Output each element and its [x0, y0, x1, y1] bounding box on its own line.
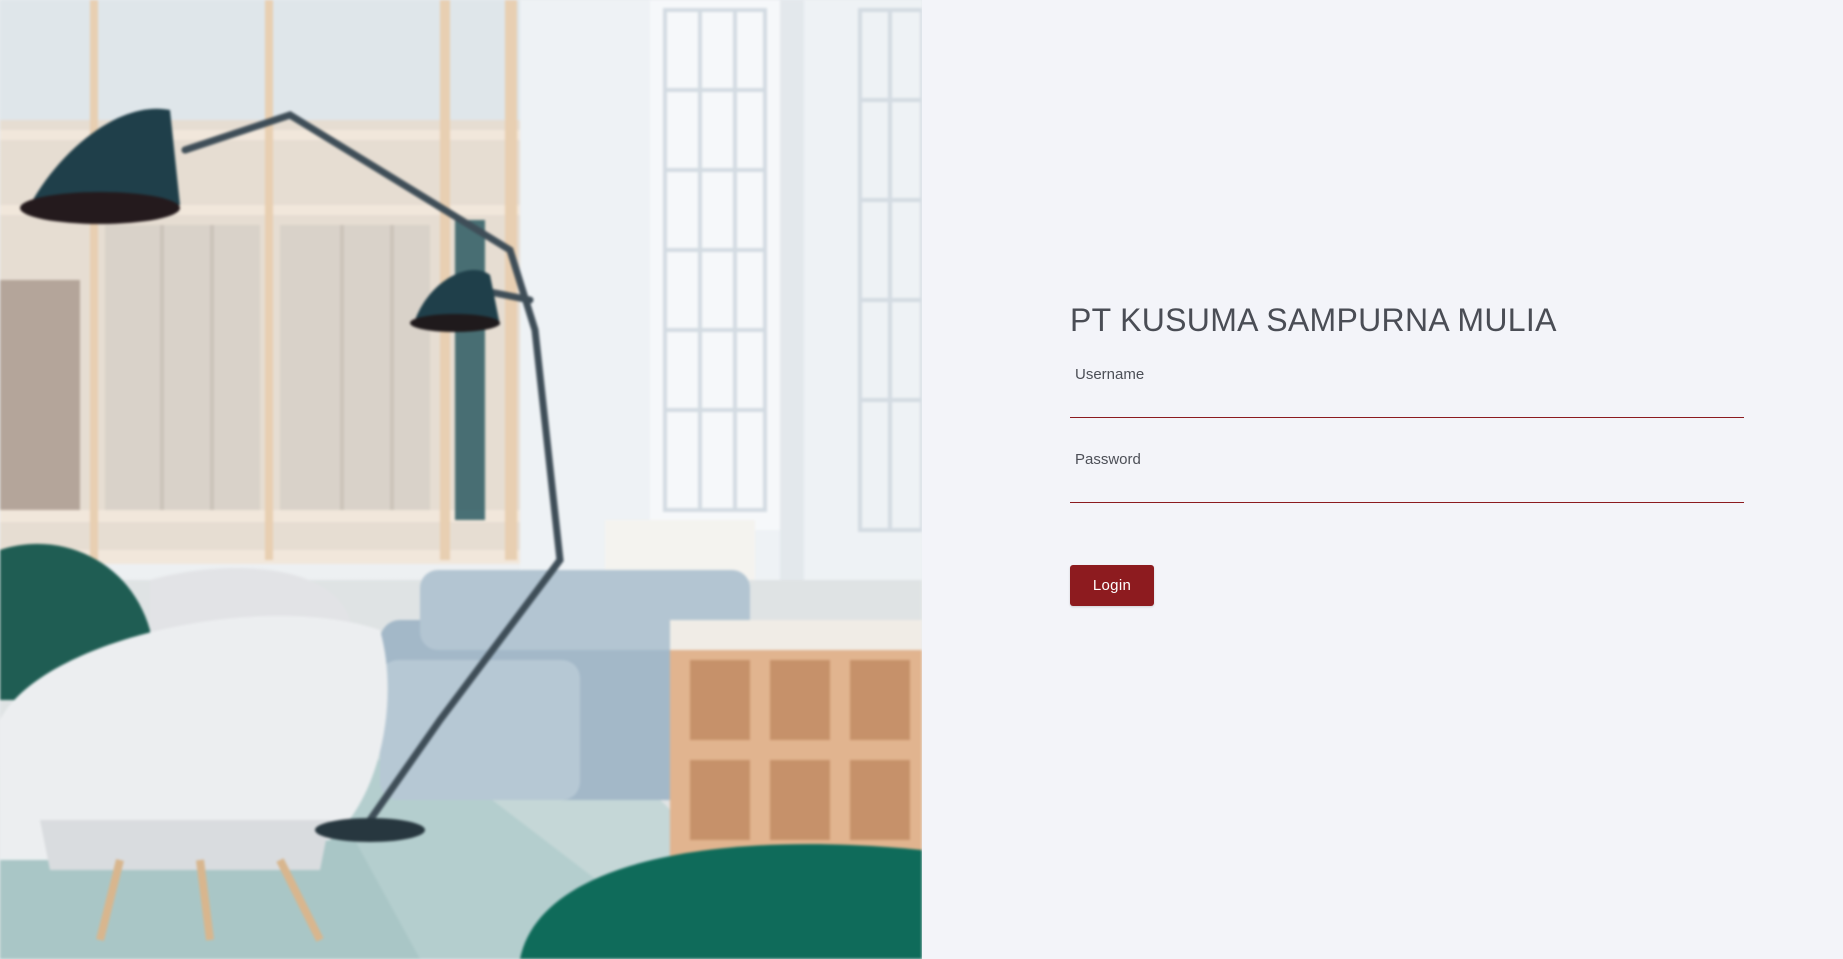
login-button[interactable]: Login [1070, 565, 1154, 606]
username-input[interactable] [1070, 387, 1744, 418]
company-name: PT KUSUMA SAMPURNA MULIA [1070, 302, 1557, 338]
password-input[interactable] [1070, 472, 1744, 503]
password-label: Password [1075, 451, 1141, 468]
login-panel: PT KUSUMA SAMPURNA MULIA Username Passwo… [922, 0, 1843, 959]
password-field-group: Password [1070, 451, 1744, 503]
hero-image [0, 0, 922, 959]
interior-photo [0, 0, 922, 959]
username-label: Username [1075, 366, 1145, 383]
login-form: PT KUSUMA SAMPURNA MULIA Username Passwo… [1070, 300, 1744, 606]
username-field-group: Username [1070, 366, 1744, 418]
